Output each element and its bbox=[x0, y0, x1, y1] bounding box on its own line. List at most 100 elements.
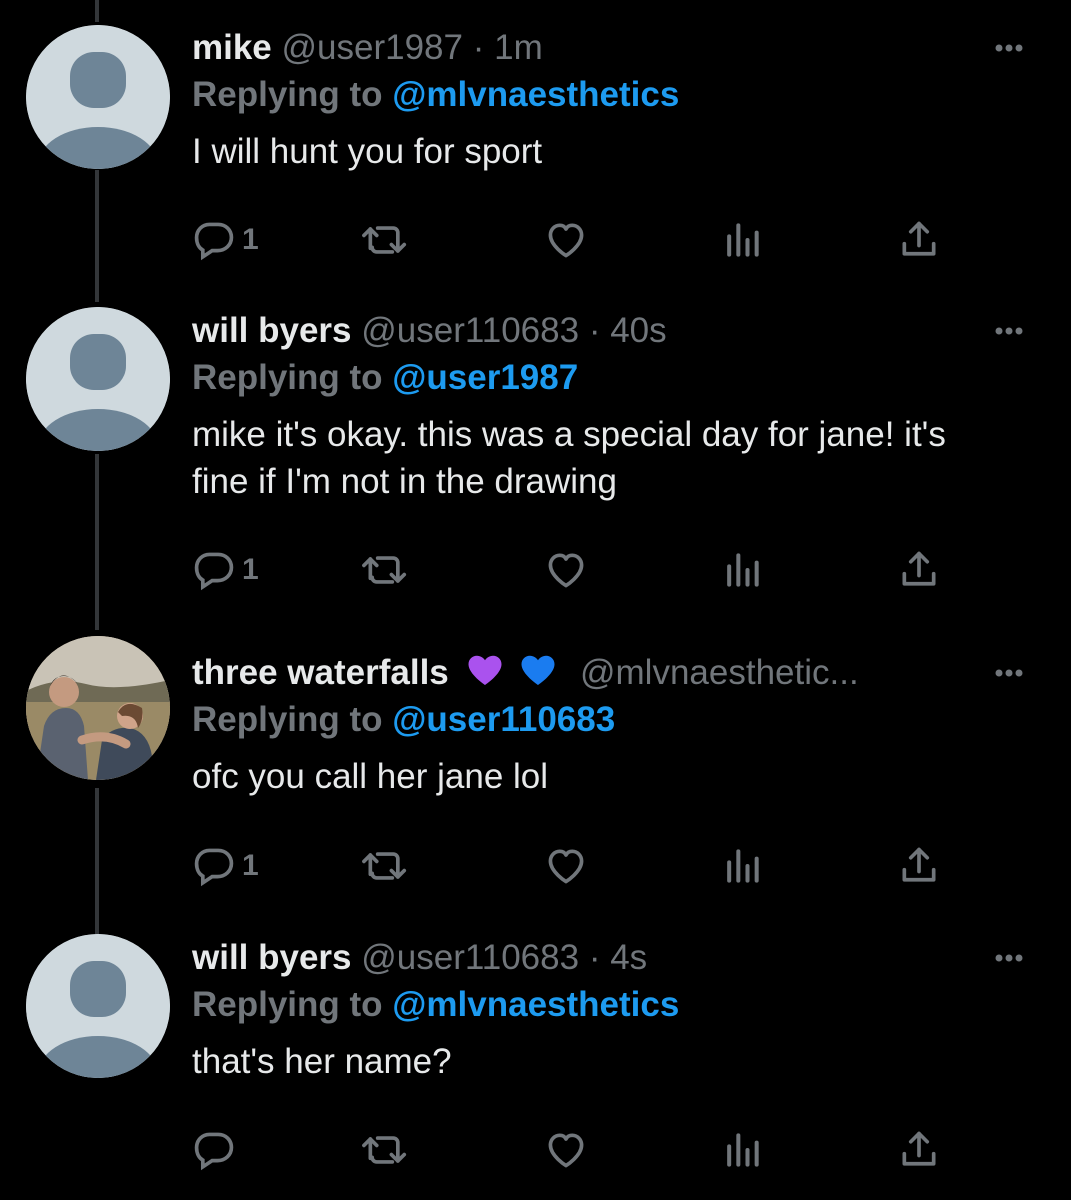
avatar[interactable] bbox=[26, 307, 170, 451]
tweet-text: mike it's okay. this was a special day f… bbox=[192, 415, 946, 501]
replying-to: Replying to @mlvnaesthetics bbox=[192, 73, 1041, 117]
views-button[interactable] bbox=[720, 215, 764, 265]
reply-icon bbox=[194, 552, 234, 591]
mention-link[interactable]: @mlvnaesthetics bbox=[392, 985, 679, 1024]
share-button[interactable] bbox=[897, 215, 941, 265]
share-icon bbox=[902, 551, 936, 586]
action-bar: 1 bbox=[192, 215, 952, 265]
retweet-icon bbox=[362, 556, 407, 584]
mention-link[interactable]: @user1987 bbox=[392, 358, 578, 397]
tweet-text: ofc you call her jane lol bbox=[192, 757, 549, 796]
share-icon bbox=[902, 847, 936, 882]
default-avatar-icon bbox=[26, 307, 170, 451]
replying-to: Replying to @mlvnaesthetics bbox=[192, 983, 1041, 1027]
action-bar: 1 bbox=[192, 545, 952, 595]
tweet-text: I will hunt you for sport bbox=[192, 132, 543, 171]
avatar[interactable] bbox=[26, 934, 170, 1078]
tweet-content: will byers @user110683 · 40s Replying to… bbox=[192, 311, 1041, 505]
user-handle[interactable]: @user110683 bbox=[361, 938, 579, 977]
default-avatar-icon bbox=[26, 25, 170, 169]
analytics-icon bbox=[727, 223, 759, 257]
share-icon bbox=[902, 221, 936, 256]
user-handle[interactable]: @mlvnaesthetic... bbox=[580, 653, 859, 692]
user-handle[interactable]: @user1987 bbox=[282, 28, 463, 67]
analytics-icon bbox=[727, 849, 759, 883]
action-bar: 1 bbox=[192, 841, 952, 891]
more-icon[interactable] bbox=[989, 311, 1029, 351]
reply-icon bbox=[194, 848, 234, 887]
share-button[interactable] bbox=[897, 545, 941, 595]
views-button[interactable] bbox=[720, 1125, 764, 1175]
thread-line-2 bbox=[95, 454, 99, 630]
reply-count: 1 bbox=[242, 553, 259, 586]
like-button[interactable] bbox=[544, 1125, 588, 1175]
reply-button[interactable] bbox=[192, 1125, 242, 1175]
reply-count: 1 bbox=[242, 223, 259, 256]
replying-to: Replying to @user1987 bbox=[192, 356, 1041, 400]
reply-button[interactable]: 1 bbox=[192, 215, 259, 265]
default-avatar-icon bbox=[26, 934, 170, 1078]
tweet-header: mike @user1987 · 1m bbox=[192, 28, 1041, 68]
avatar[interactable] bbox=[26, 636, 170, 780]
retweet-button[interactable] bbox=[360, 1125, 410, 1175]
retweet-button[interactable] bbox=[360, 545, 410, 595]
views-button[interactable] bbox=[720, 545, 764, 595]
retweet-icon bbox=[362, 226, 407, 254]
mention-link[interactable]: @mlvnaesthetics bbox=[392, 75, 679, 114]
blue-heart-icon bbox=[520, 653, 556, 696]
tweet-text: that's her name? bbox=[192, 1042, 452, 1081]
separator: · bbox=[588, 311, 601, 350]
share-icon bbox=[902, 1131, 936, 1166]
tweet-header: will byers @user110683 · 40s bbox=[192, 311, 1041, 351]
display-name[interactable]: three waterfalls bbox=[192, 653, 449, 692]
retweet-button[interactable] bbox=[360, 841, 410, 891]
separator: · bbox=[588, 938, 601, 977]
reply-count: 1 bbox=[242, 849, 259, 882]
reply-button[interactable]: 1 bbox=[192, 545, 259, 595]
tweet-content: three waterfalls @mlvnaesthetic... Reply… bbox=[192, 653, 1041, 800]
timestamp[interactable]: 40s bbox=[610, 311, 666, 350]
like-button[interactable] bbox=[544, 215, 588, 265]
separator: · bbox=[472, 28, 485, 67]
heart-icon bbox=[548, 1133, 584, 1168]
tweet-content: mike @user1987 · 1m Replying to @mlvnaes… bbox=[192, 28, 1041, 175]
tweet-content: will byers @user110683 · 4s Replying to … bbox=[192, 938, 1041, 1085]
views-button[interactable] bbox=[720, 841, 764, 891]
heart-icon bbox=[548, 223, 584, 258]
replying-to: Replying to @user110683 bbox=[192, 698, 1041, 742]
display-name[interactable]: will byers bbox=[192, 938, 352, 977]
share-button[interactable] bbox=[897, 1125, 941, 1175]
replying-to-label: Replying to bbox=[192, 75, 393, 114]
thread-line-3 bbox=[95, 788, 99, 934]
like-button[interactable] bbox=[544, 545, 588, 595]
display-name[interactable]: mike bbox=[192, 28, 272, 67]
timestamp[interactable]: 1m bbox=[494, 28, 543, 67]
action-bar bbox=[192, 1125, 952, 1175]
heart-icon bbox=[548, 849, 584, 884]
retweet-button[interactable] bbox=[360, 215, 410, 265]
heart-icon bbox=[548, 553, 584, 588]
more-icon[interactable] bbox=[989, 653, 1029, 693]
more-icon[interactable] bbox=[989, 938, 1029, 978]
retweet-icon bbox=[362, 1136, 407, 1164]
analytics-icon bbox=[727, 553, 759, 587]
replying-to-label: Replying to bbox=[192, 700, 393, 739]
purple-heart-icon bbox=[467, 653, 503, 696]
avatar[interactable] bbox=[26, 25, 170, 169]
mention-link[interactable]: @user110683 bbox=[392, 700, 615, 739]
reply-button[interactable]: 1 bbox=[192, 841, 259, 891]
tweet-header: three waterfalls @mlvnaesthetic... bbox=[192, 653, 1041, 693]
user-handle[interactable]: @user110683 bbox=[361, 311, 579, 350]
photo-avatar-icon bbox=[26, 636, 170, 780]
more-icon[interactable] bbox=[989, 28, 1029, 68]
timestamp[interactable]: 4s bbox=[610, 938, 647, 977]
retweet-icon bbox=[362, 852, 407, 880]
like-button[interactable] bbox=[544, 841, 588, 891]
reply-icon bbox=[194, 1132, 234, 1171]
share-button[interactable] bbox=[897, 841, 941, 891]
display-name[interactable]: will byers bbox=[192, 311, 352, 350]
replying-to-label: Replying to bbox=[192, 358, 393, 397]
replying-to-label: Replying to bbox=[192, 985, 393, 1024]
analytics-icon bbox=[727, 1133, 759, 1167]
tweet-header: will byers @user110683 · 4s bbox=[192, 938, 1041, 978]
